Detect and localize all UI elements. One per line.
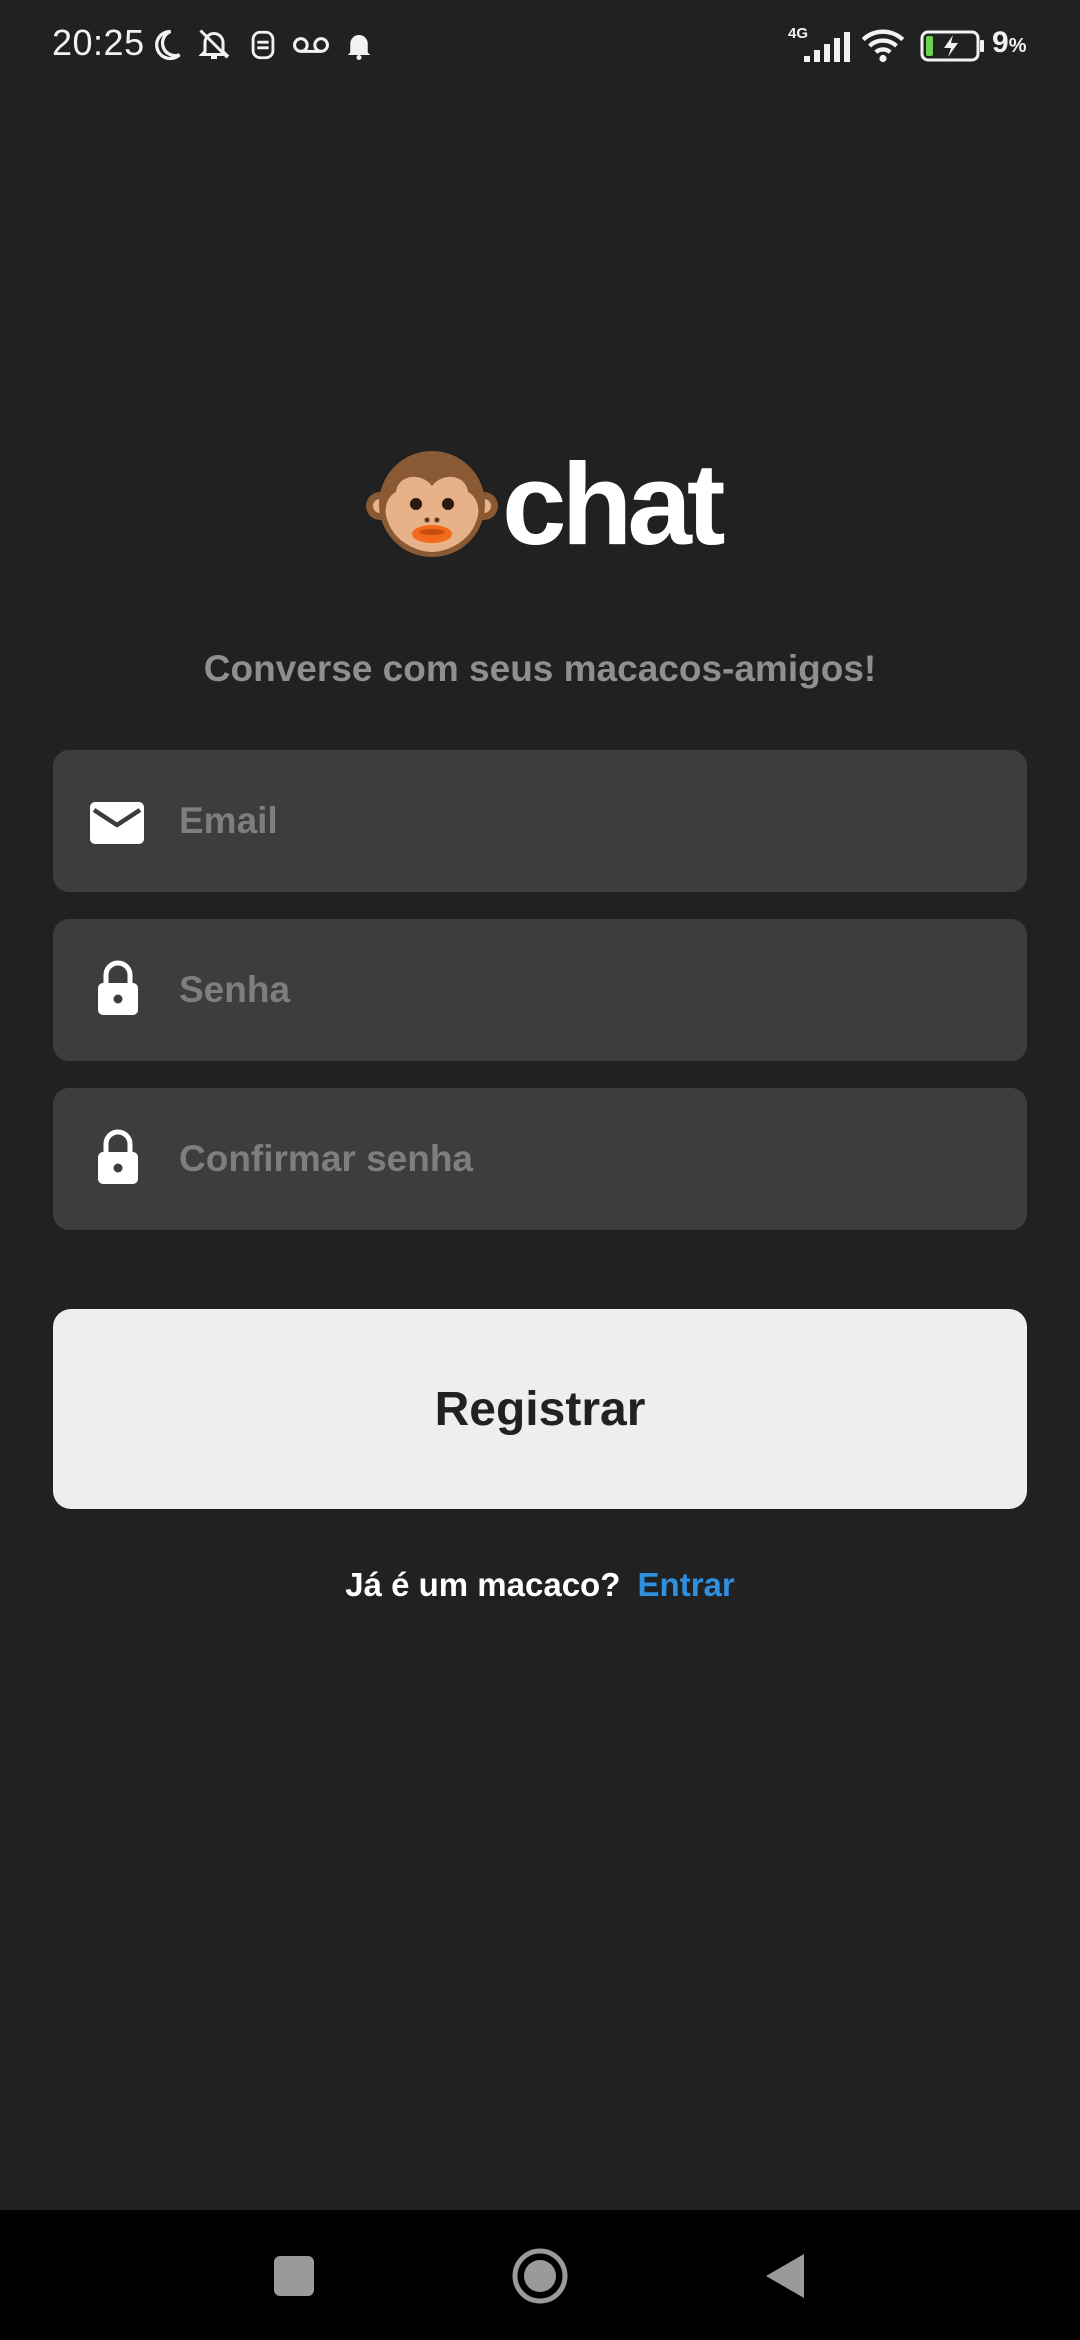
app-logo: chat [0,444,1080,566]
email-field[interactable] [53,750,1027,892]
register-button[interactable]: Registrar [53,1309,1027,1509]
moon-icon [155,29,181,61]
login-prompt: Já é um macaco? Entrar [0,1566,1080,1604]
battery-percent: 9% [992,26,1027,59]
status-bar: 20:25 4G 9% [0,0,1080,92]
lock-icon [98,960,138,1015]
monkey-face-icon [366,451,498,557]
lock-icon [98,1129,138,1184]
mail-icon [90,802,144,844]
logo-text: chat [502,439,726,569]
bell-icon [347,35,371,60]
email-input[interactable] [179,750,999,892]
battery-charging-icon [920,30,984,62]
tagline: Converse com seus macacos-amigos! [203,648,877,689]
password-input[interactable] [179,919,999,1061]
back-triangle-icon[interactable] [754,2244,818,2308]
bell-off-icon [198,29,230,59]
home-circle-icon[interactable] [508,2244,572,2308]
network-type-label: 4G [788,25,808,42]
login-prompt-text: Já é um macaco? [345,1566,621,1603]
confirm-password-field[interactable] [53,1088,1027,1230]
navigation-bar [0,2210,1080,2340]
wifi-icon [861,29,905,63]
status-time: 20:25 [52,22,145,63]
login-link[interactable]: Entrar [638,1566,735,1603]
recents-square-icon[interactable] [262,2244,326,2308]
password-field[interactable] [53,919,1027,1061]
voicemail-icon [293,37,329,53]
alien-icon [251,30,275,60]
confirm-password-input[interactable] [179,1088,999,1230]
signal-icon: 4G [788,25,850,62]
